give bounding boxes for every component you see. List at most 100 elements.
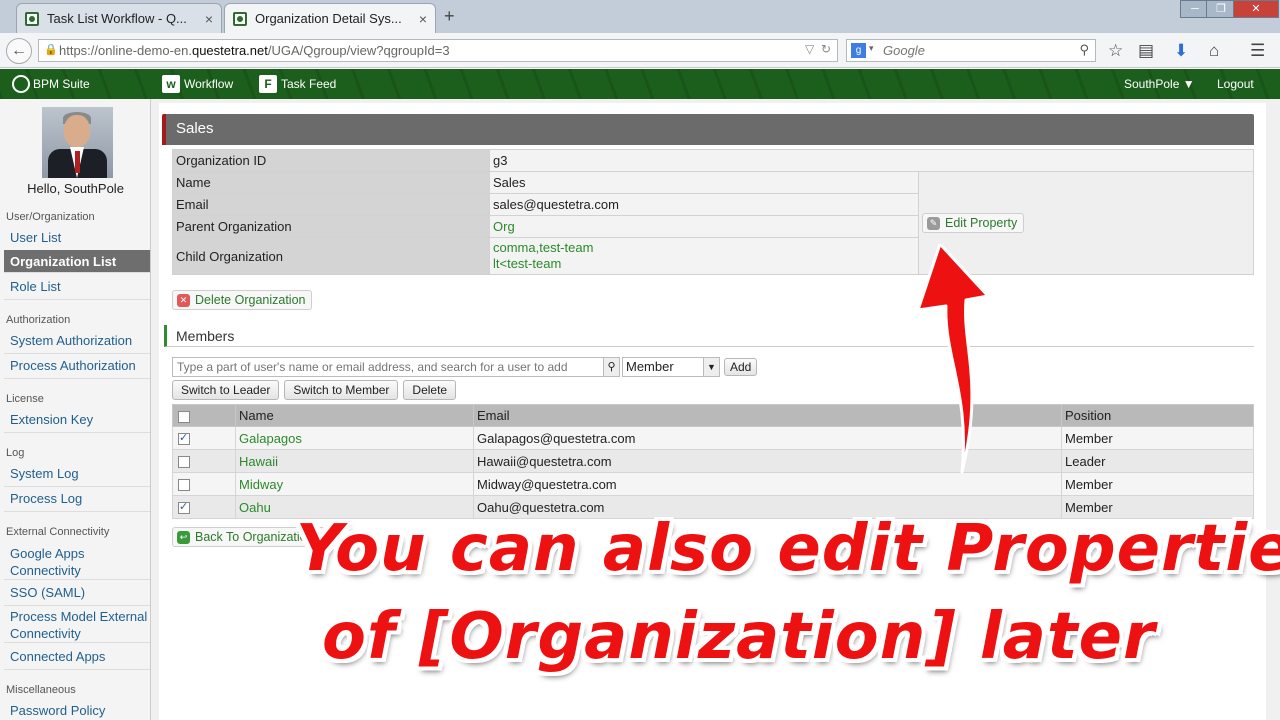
section-external-connectivity: External Connectivity (6, 526, 110, 538)
new-tab-button[interactable]: + (444, 6, 455, 27)
address-bar[interactable]: 🔒 https://online-demo-en.questetra.net/U… (38, 39, 838, 62)
member-position: Member (1061, 426, 1254, 450)
label-parent-organization: Parent Organization (172, 215, 490, 238)
sidebar-item-organization-list[interactable]: Organization List (4, 250, 150, 273)
back-arrow-icon: ↩ (177, 530, 190, 544)
add-member-button[interactable]: Add (724, 358, 758, 376)
url-domain: questetra.net (191, 43, 268, 58)
bookmark-star-icon[interactable]: ☆ (1108, 41, 1123, 61)
search-bar[interactable]: g ▾ Google ⚲ (846, 39, 1096, 62)
label-child-organization: Child Organization (172, 237, 490, 275)
tab-close-icon[interactable]: × (411, 11, 435, 27)
sidebar-item-role-list[interactable]: Role List (4, 278, 150, 300)
nav-workflow-label: Workflow (184, 77, 234, 91)
reading-list-icon[interactable]: ▤ (1138, 41, 1154, 61)
avatar (42, 107, 113, 178)
column-header-position[interactable]: Position (1061, 404, 1254, 427)
label-organization-id: Organization ID (172, 149, 490, 172)
annotation-line-1: You can also edit Properties (296, 512, 1280, 586)
row-checkbox[interactable] (178, 500, 190, 515)
select-all-checkbox[interactable] (178, 410, 190, 423)
search-icon[interactable]: ⚲ (604, 357, 620, 377)
child-organization-link[interactable]: lt<test-team (493, 256, 915, 272)
nav-task-feed-label: Task Feed (281, 77, 337, 91)
value-organization-id: g3 (489, 149, 1254, 172)
members-table: Name Email Position Galapagos Galapagos@… (172, 404, 1254, 519)
pencil-icon: ✎ (927, 216, 940, 230)
edit-property-label: Edit Property (945, 216, 1018, 230)
chevron-down-icon: ▼ (703, 358, 719, 376)
google-search-engine-icon: g (851, 43, 866, 58)
delete-member-button[interactable]: Delete (403, 380, 457, 400)
sidebar-item-system-authorization[interactable]: System Authorization (4, 332, 150, 354)
value-name: Sales (489, 171, 919, 194)
member-search-row: ⚲ Member ▼ Add (172, 357, 758, 377)
row-checkbox[interactable] (178, 431, 190, 446)
brand-logo[interactable]: BPM Suite (12, 75, 90, 93)
table-header-row: Name Email Position (172, 404, 1254, 427)
magnifier-icon[interactable]: ⚲ (1079, 42, 1089, 58)
member-search-input[interactable] (172, 357, 604, 377)
brand-name: BPM Suite (33, 77, 90, 91)
table-row: Galapagos Galapagos@questetra.com Member (172, 426, 1254, 450)
sidebar-item-google-apps-connectivity[interactable]: Google Apps Connectivity (4, 545, 150, 580)
lock-icon: 🔒 (44, 44, 58, 56)
sidebar-item-extension-key[interactable]: Extension Key (4, 411, 150, 433)
tab-close-icon[interactable]: × (197, 11, 221, 27)
row-checkbox[interactable] (178, 479, 190, 492)
back-arrow-icon[interactable]: ← (6, 38, 32, 64)
member-name-link[interactable]: Hawaii (235, 449, 474, 473)
row-checkbox[interactable] (178, 456, 190, 469)
sidebar-item-sso-saml[interactable]: SSO (SAML) (4, 584, 150, 606)
member-name-link[interactable]: Midway (235, 472, 474, 496)
sidebar-item-process-log[interactable]: Process Log (4, 490, 150, 512)
sidebar-item-system-log[interactable]: System Log (4, 465, 150, 487)
organization-properties-table: Organization ID g3 Name Sales ✎ Edit Pro… (172, 149, 1254, 275)
home-icon[interactable]: ⌂ (1209, 41, 1219, 61)
app-header: BPM Suite w Workflow F Task Feed SouthPo… (0, 69, 1280, 99)
url-path: /UGA/Qgroup/view?qgroupId=3 (267, 43, 450, 58)
section-log: Log (6, 447, 25, 459)
questetra-logo-icon (12, 75, 30, 93)
position-select[interactable]: Member ▼ (622, 357, 720, 377)
delete-x-icon: ✕ (177, 293, 190, 307)
member-action-buttons: Switch to Leader Switch to Member Delete (172, 380, 457, 400)
value-email: sales@questetra.com (489, 193, 919, 216)
sidebar-item-user-list[interactable]: User List (4, 229, 150, 251)
logout-link[interactable]: Logout (1217, 77, 1254, 91)
sidebar-item-process-model-external-connectivity[interactable]: Process Model External Connectivity (4, 608, 150, 643)
dropdown-triangle-icon[interactable]: ▽ (805, 42, 814, 56)
member-name-link[interactable]: Galapagos (235, 426, 474, 450)
page-title: Sales (162, 114, 1254, 145)
maximize-window-button[interactable]: ❐ (1206, 0, 1236, 18)
user-menu[interactable]: SouthPole ▼ (1124, 77, 1195, 91)
column-header-name[interactable]: Name (235, 404, 474, 427)
nav-workflow[interactable]: w Workflow (162, 75, 233, 93)
table-row: Hawaii Hawaii@questetra.com Leader (172, 449, 1254, 473)
edit-property-button[interactable]: ✎ Edit Property (922, 213, 1025, 233)
browser-tab-organization-detail[interactable]: Organization Detail Sys... × (224, 3, 436, 33)
download-arrow-icon[interactable]: ⬇ (1174, 41, 1188, 61)
delete-organization-button[interactable]: ✕ Delete Organization (172, 290, 313, 310)
sidebar-item-password-policy[interactable]: Password Policy (4, 702, 150, 720)
close-window-button[interactable]: ✕ (1233, 0, 1279, 18)
members-heading: Members (164, 325, 1254, 347)
menu-hamburger-icon[interactable]: ☰ (1250, 41, 1265, 61)
browser-tab-bar: Task List Workflow - Q... × Organization… (0, 0, 1280, 33)
label-email: Email (172, 193, 490, 216)
engine-dropdown-icon[interactable]: ▾ (869, 43, 874, 54)
child-organization-link[interactable]: comma,test-team (493, 240, 915, 256)
sidebar-item-process-authorization[interactable]: Process Authorization (4, 357, 150, 379)
section-user-organization: User/Organization (6, 211, 95, 223)
switch-to-member-button[interactable]: Switch to Member (284, 380, 399, 400)
property-row-id: Organization ID g3 (172, 149, 1254, 172)
task-feed-icon: F (259, 75, 277, 93)
nav-task-feed[interactable]: F Task Feed (259, 75, 336, 93)
annotation-line-2: of [Organization] later (322, 600, 1156, 674)
browser-tab-task-list[interactable]: Task List Workflow - Q... × (16, 3, 222, 33)
sidebar-item-connected-apps[interactable]: Connected Apps (4, 648, 150, 670)
parent-organization-link[interactable]: Org (489, 215, 919, 238)
switch-to-leader-button[interactable]: Switch to Leader (172, 380, 280, 400)
section-miscellaneous: Miscellaneous (6, 684, 76, 696)
reload-icon[interactable]: ↻ (821, 42, 831, 56)
